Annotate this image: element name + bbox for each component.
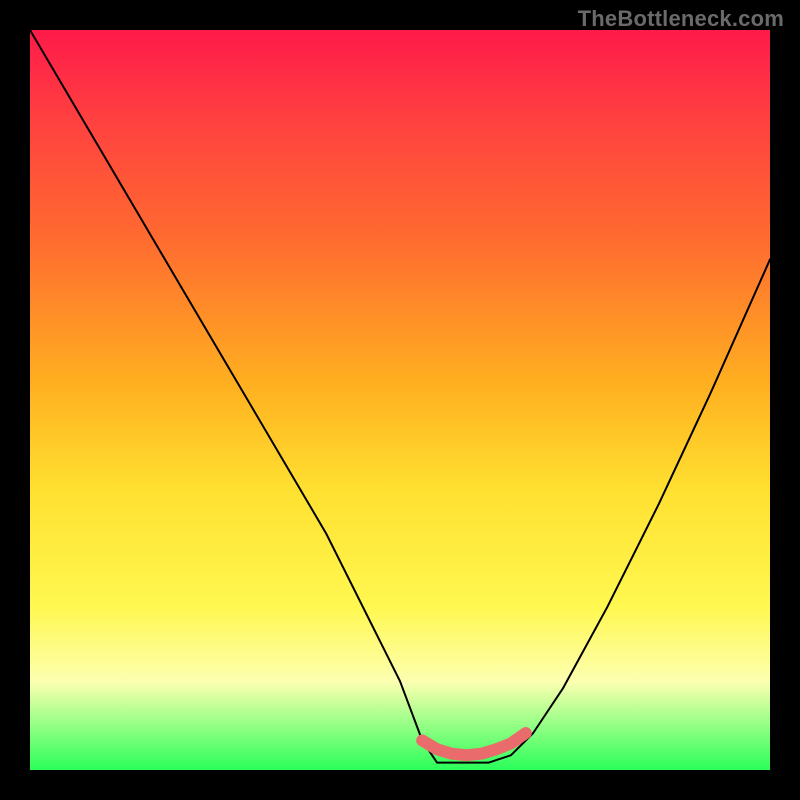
bottleneck-curve <box>30 30 770 763</box>
chart-svg <box>30 30 770 770</box>
watermark-text: TheBottleneck.com <box>578 6 784 32</box>
marker-band <box>422 733 526 755</box>
marker-end-dot <box>521 728 531 738</box>
chart-frame: TheBottleneck.com <box>0 0 800 800</box>
plot-area <box>30 30 770 770</box>
